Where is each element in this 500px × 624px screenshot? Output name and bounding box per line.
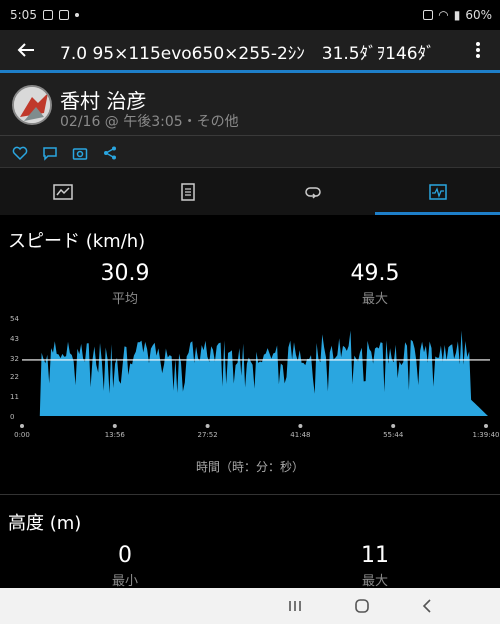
alarm-icon (423, 10, 434, 20)
status-bar: 5:05 ◠ ▮ 60% (0, 0, 500, 30)
instagram-icon (58, 10, 69, 20)
recent-apps-icon[interactable] (285, 596, 305, 616)
activity-date-type: 02/16 @ 午後3:05・その他 (60, 114, 239, 130)
activity-header: 香村 治彦 02/16 @ 午後3:05・その他 (0, 73, 500, 167)
x-tick-dot (391, 424, 396, 428)
avatar[interactable] (12, 85, 52, 125)
laps-icon (180, 182, 195, 201)
chart-icon (428, 183, 447, 200)
x-tick-label: 27:52 (198, 431, 218, 439)
speed-max-value: 49.5 (350, 261, 400, 286)
back-arrow-icon[interactable] (14, 38, 38, 62)
y-tick-label: 43 (10, 335, 19, 343)
add-photo-icon[interactable] (72, 145, 88, 161)
system-nav-bar (0, 588, 500, 624)
more-notifications-icon (74, 13, 79, 17)
altitude-max-label: 最大 (361, 574, 388, 589)
y-tick-label: 11 (10, 393, 19, 401)
segment-icon (304, 186, 321, 199)
y-tick-label: 0 (10, 413, 14, 421)
y-tick-label: 22 (10, 373, 19, 381)
activity-title: 7.0 95×115evo650×255-2ｼﾝ 31.5ﾀﾞｦ146ﾀﾞ (60, 44, 435, 64)
x-tick-label: 1:39:40 (473, 431, 500, 439)
avatar-image (14, 87, 50, 123)
wifi-icon: ◠ (438, 8, 449, 22)
like-heart-icon[interactable] (12, 145, 28, 161)
altitude-section: 高度 (m) 0 最小 11 最大 (0, 495, 500, 589)
y-tick-label: 54 (10, 315, 19, 323)
y-tick-label: 32 (10, 355, 19, 363)
speed-title: スピード (km/h) (8, 231, 146, 252)
tab-bar (0, 167, 500, 215)
more-options-icon[interactable] (470, 38, 486, 62)
altitude-max-value: 11 (361, 543, 389, 568)
altitude-min-value: 0 (118, 543, 132, 568)
action-row (12, 145, 118, 161)
summary-icon (52, 183, 73, 200)
comment-icon[interactable] (42, 145, 58, 161)
app-bar: 7.0 95×115evo650×255-2ｼﾝ 31.5ﾀﾞｦ146ﾀﾞ (0, 30, 500, 70)
speed-section: スピード (km/h) 30.9 平均 49.5 最大 54 43 32 22 11 0 0… (0, 215, 500, 494)
x-tick-label: 41:48 (290, 431, 310, 439)
tab-segments[interactable] (250, 168, 375, 215)
header-divider (0, 135, 500, 136)
speed-avg-value: 30.9 (100, 261, 150, 286)
user-name[interactable]: 香村 治彦 (60, 85, 146, 114)
tab-laps[interactable] (125, 168, 250, 215)
x-tick-dot (484, 424, 488, 428)
x-tick-dot (112, 424, 117, 428)
x-tick-dot (20, 424, 24, 428)
share-icon[interactable] (102, 145, 118, 161)
speed-area (36, 330, 488, 416)
speed-max: 49.5 最大 (305, 261, 445, 307)
back-icon[interactable] (418, 596, 438, 616)
home-icon[interactable] (352, 596, 372, 616)
x-tick-dot (205, 424, 210, 428)
notification-icon (42, 10, 53, 20)
signal-icon: ▮ (453, 8, 461, 22)
x-tick-label: 0:00 (14, 431, 30, 439)
tab-charts[interactable] (375, 168, 500, 215)
speed-max-label: 最大 (361, 292, 388, 307)
tab-summary[interactable] (0, 168, 125, 215)
status-time: 5:05 (10, 8, 37, 22)
speed-avg: 30.9 平均 (55, 261, 195, 307)
battery-percent: 60% (465, 8, 492, 22)
altitude-title: 高度 (m) (8, 513, 82, 534)
altitude-min-label: 最小 (111, 574, 138, 589)
x-tick-label: 55:44 (383, 431, 404, 439)
x-tick-dot (298, 424, 303, 428)
altitude-min: 0 最小 (55, 543, 195, 589)
speed-avg-label: 平均 (111, 292, 138, 307)
altitude-max: 11 最大 (305, 543, 445, 589)
x-tick-label: 13:56 (105, 431, 126, 439)
chart-x-axis-title: 時間（時：分：秒） (195, 460, 304, 474)
speed-chart[interactable]: 54 43 32 22 11 0 0:00 13:56 27:52 41:48 55:44 1:39:… (0, 313, 500, 448)
